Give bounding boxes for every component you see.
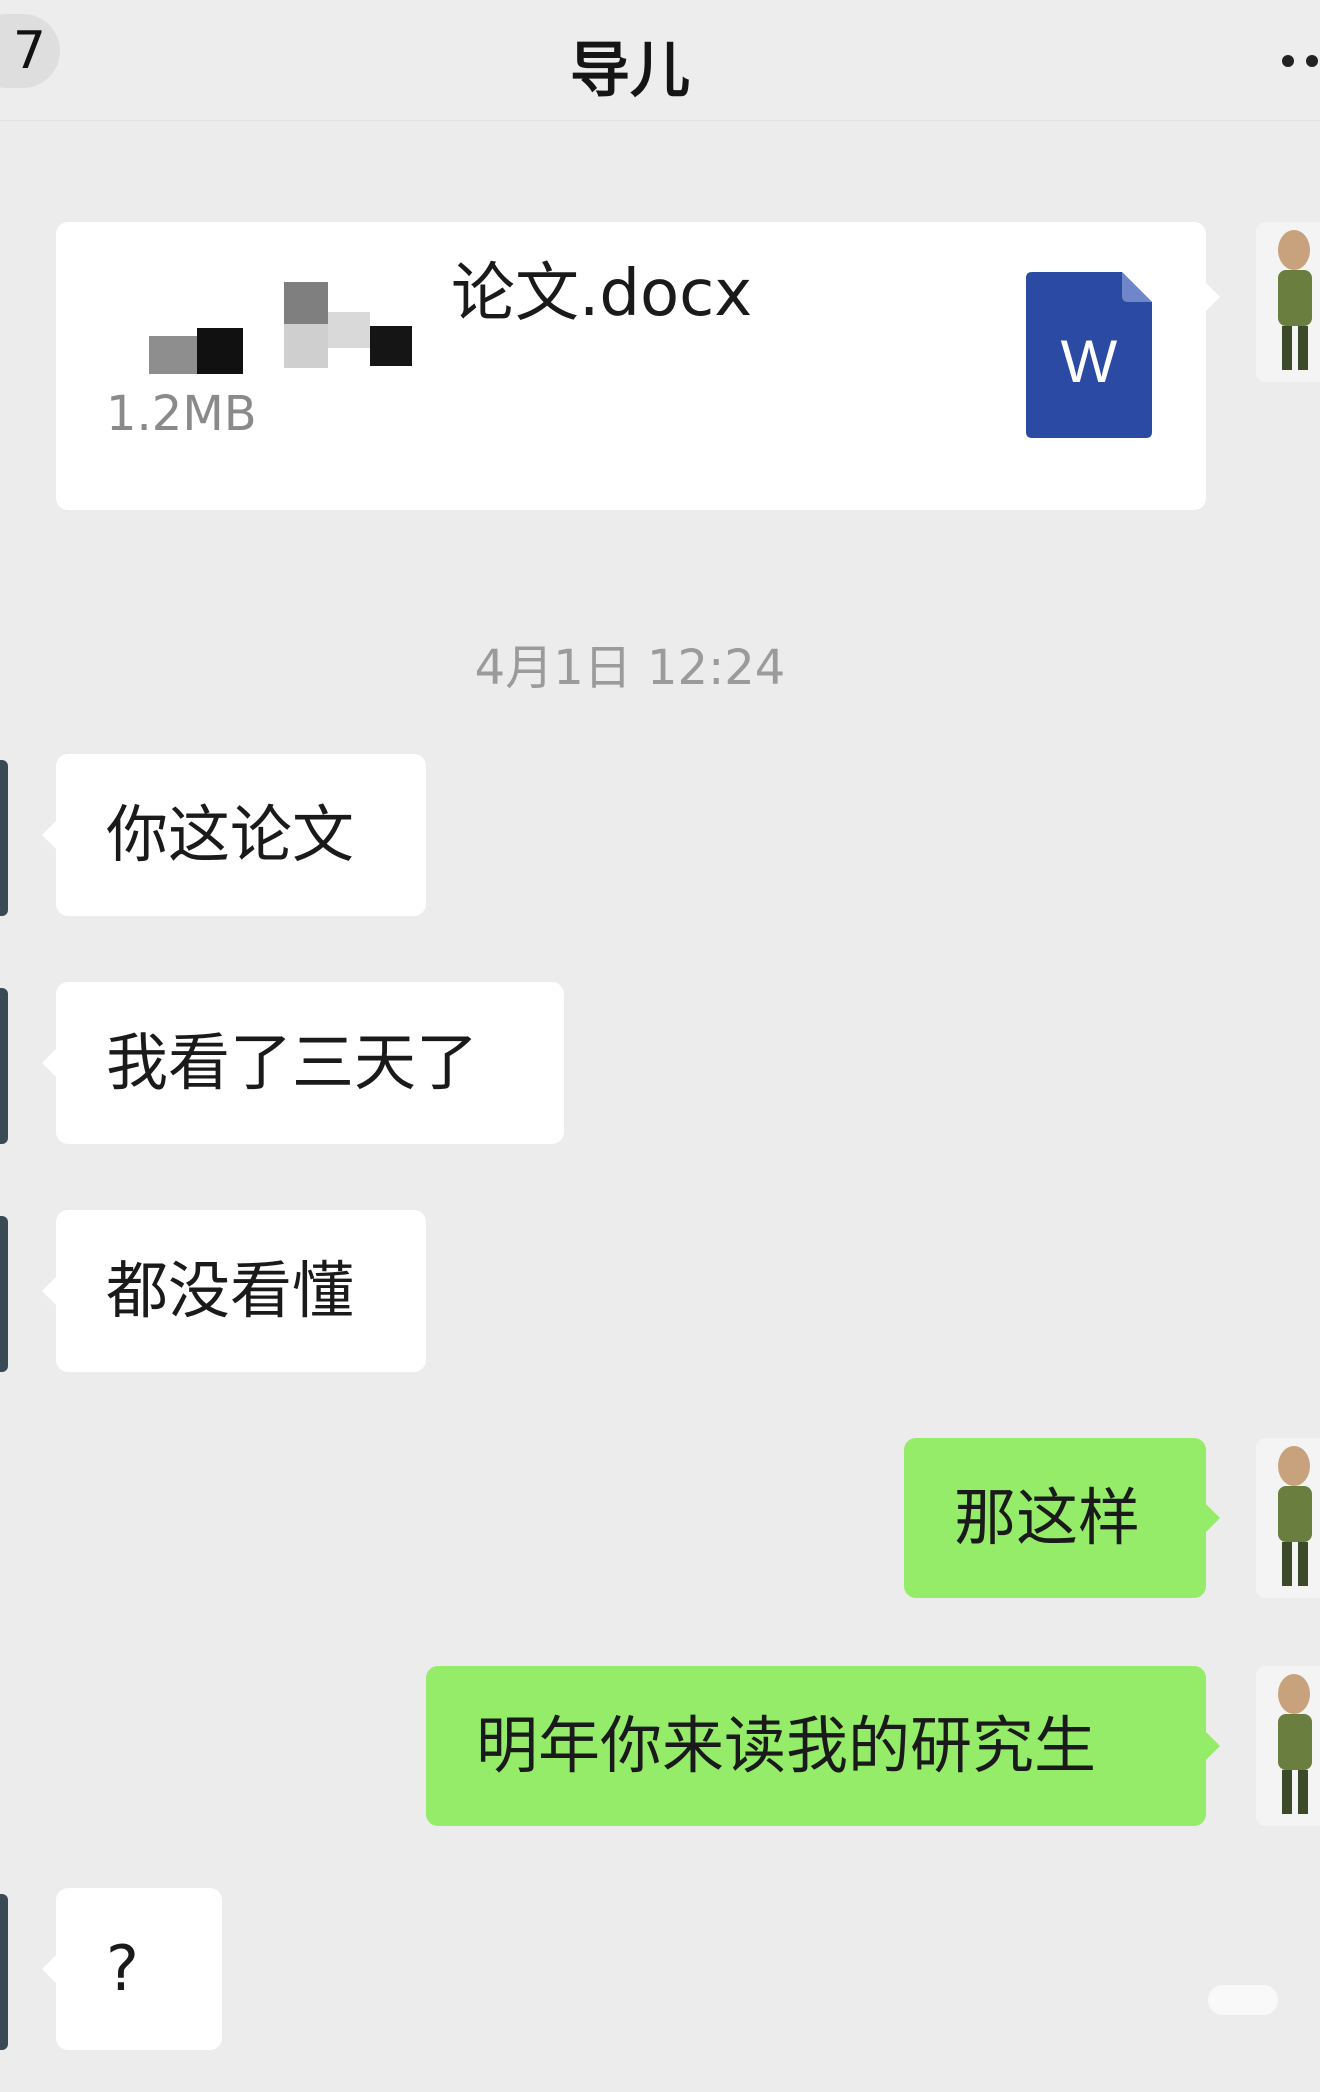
person-figure-icon <box>1256 1438 1320 1598</box>
message-bubble-sent[interactable]: 那这样 <box>904 1438 1220 1598</box>
my-avatar[interactable] <box>1256 1438 1320 1598</box>
message-timestamp: 4月1日 12:24 <box>474 640 786 696</box>
watermark <box>1208 1985 1278 2015</box>
file-message-bubble[interactable]: 论文.docx 1.2MB W <box>56 222 1220 510</box>
person-figure-icon <box>1256 222 1320 382</box>
message-bubble-received[interactable]: 我看了三天了 <box>42 982 564 1144</box>
message-bubble-received[interactable]: ? <box>42 1888 222 2050</box>
file-size: 1.2MB <box>106 386 257 442</box>
message-text: 都没看懂 <box>106 1254 355 1327</box>
message-text: 那这样 <box>954 1481 1141 1554</box>
sender-avatar-edge[interactable] <box>0 1894 8 2050</box>
message-text: ? <box>106 1932 139 2005</box>
message-text: 我看了三天了 <box>106 1026 479 1099</box>
file-name: 论文.docx <box>451 257 753 331</box>
file-name-mosaic <box>284 282 414 382</box>
message-bubble-sent[interactable]: 明年你来读我的研究生 <box>426 1666 1220 1826</box>
file-name-mosaic <box>149 328 249 374</box>
chat-header: 7 导儿 <box>0 0 1320 121</box>
word-icon-letter: W <box>1061 328 1118 395</box>
sender-avatar-edge[interactable] <box>0 760 8 916</box>
my-avatar[interactable] <box>1256 1666 1320 1826</box>
message-text: 你这论文 <box>106 798 355 871</box>
message-text: 明年你来读我的研究生 <box>476 1709 1097 1782</box>
more-options-icon[interactable] <box>1280 55 1320 69</box>
word-document-icon: W <box>1026 272 1152 438</box>
chat-title: 导儿 <box>570 36 690 106</box>
my-avatar[interactable] <box>1256 222 1320 382</box>
person-figure-icon <box>1256 1666 1320 1826</box>
message-bubble-received[interactable]: 你这论文 <box>42 754 426 916</box>
sender-avatar-edge[interactable] <box>0 1216 8 1372</box>
message-bubble-received[interactable]: 都没看懂 <box>42 1210 426 1372</box>
sender-avatar-edge[interactable] <box>0 988 8 1144</box>
